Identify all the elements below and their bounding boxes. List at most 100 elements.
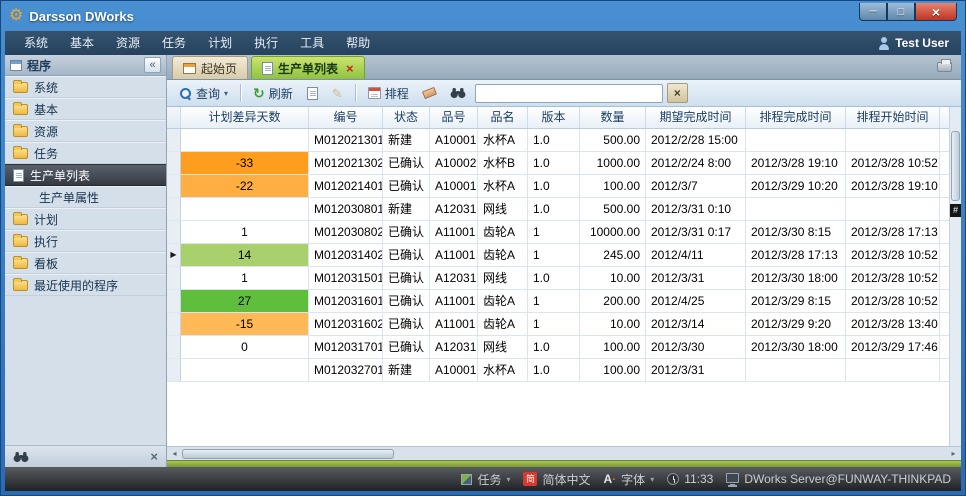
statusbar-server[interactable]: DWorks Server@FUNWAY-THINKPAD <box>726 472 951 486</box>
row-indicator <box>167 198 181 221</box>
row-indicator <box>167 152 181 175</box>
table-row[interactable]: 1M012031501已确认A12031网线1.010.002012/3/312… <box>167 267 961 290</box>
clear-filter-icon[interactable] <box>150 450 158 463</box>
cell: 2012/3/29 9:20 <box>746 313 846 336</box>
cell: 245.00 <box>580 244 646 267</box>
sidebar-item[interactable]: 系统 <box>5 76 166 98</box>
cell: 水杯B <box>478 152 528 175</box>
tab-production-order-list[interactable]: 生产单列表 <box>251 56 365 79</box>
scroll-left-arrow-icon[interactable] <box>167 447 182 460</box>
sidebar-item-label: 任务 <box>34 145 58 162</box>
sidebar-item[interactable]: 任务 <box>5 142 166 164</box>
cell: 齿轮A <box>478 221 528 244</box>
cell: 14 <box>181 244 309 267</box>
column-header[interactable]: 品号 <box>430 107 478 128</box>
table-row[interactable]: -22M012021401已确认A10001水杯A1.0100.002012/3… <box>167 175 961 198</box>
cell: 已确认 <box>383 290 430 313</box>
binoculars-icon[interactable] <box>13 451 29 463</box>
table-row[interactable]: 0M012031701已确认A12031网线1.0100.002012/3/30… <box>167 336 961 359</box>
statusbar-font[interactable]: A 字体 <box>604 471 655 488</box>
collapse-sidebar-button[interactable]: « <box>144 57 161 73</box>
cell: A10001 <box>430 129 478 152</box>
scrollbar-thumb[interactable] <box>182 449 394 459</box>
column-header[interactable]: 状态 <box>383 107 430 128</box>
find-button[interactable] <box>445 85 471 101</box>
printer-icon[interactable] <box>937 62 952 72</box>
menu-item[interactable]: 系统 <box>13 31 59 55</box>
clear-search-button[interactable] <box>667 83 688 103</box>
column-header[interactable]: 编号 <box>309 107 383 128</box>
column-header[interactable]: 数量 <box>580 107 646 128</box>
column-header[interactable]: 期望完成时间 <box>646 107 746 128</box>
sidebar-empty-area <box>5 296 166 445</box>
table-row[interactable]: -15M012031602已确认A11001齿轮A110.002012/3/14… <box>167 313 961 336</box>
table-row[interactable]: 1M012030802已确认A11001齿轮A110000.002012/3/3… <box>167 221 961 244</box>
scroll-right-arrow-icon[interactable] <box>946 447 961 460</box>
sidebar-item[interactable]: 生产单列表 <box>5 164 166 186</box>
statusbar-tasks-menu[interactable]: 任务 <box>461 471 510 488</box>
column-header[interactable]: 排程开始时间 <box>846 107 940 128</box>
sidebar-item-label: 系统 <box>34 79 58 96</box>
sidebar-item-label: 资源 <box>34 123 58 140</box>
table-row[interactable]: M012032701新建A10001水杯A1.0100.002012/3/31 <box>167 359 961 382</box>
schedule-button[interactable]: 排程 <box>363 83 414 104</box>
tab-home[interactable]: 起始页 <box>172 56 248 79</box>
sidebar-item[interactable]: 最近使用的程序 <box>5 274 166 296</box>
sidebar-item[interactable]: 资源 <box>5 120 166 142</box>
sidebar-item[interactable]: 计划 <box>5 208 166 230</box>
vertical-scrollbar[interactable]: # <box>949 107 961 446</box>
sidebar-item-label: 基本 <box>34 101 58 118</box>
menu-item[interactable]: 计划 <box>197 31 243 55</box>
menu-item[interactable]: 资源 <box>105 31 151 55</box>
cell: 2012/3/7 <box>646 175 746 198</box>
table-row[interactable]: M012030801新建A12031网线1.0500.002012/3/31 0… <box>167 198 961 221</box>
cell <box>846 359 940 382</box>
maximize-button[interactable] <box>887 3 915 21</box>
horizontal-scrollbar[interactable] <box>167 446 961 460</box>
app-window: Darsson DWorks 系统基本资源任务计划执行工具帮助 Test Use… <box>0 0 966 496</box>
close-button[interactable] <box>915 3 957 21</box>
user-icon <box>878 37 890 50</box>
close-tab-icon[interactable] <box>346 62 354 75</box>
sidebar-item[interactable]: 执行 <box>5 230 166 252</box>
column-header[interactable]: 版本 <box>528 107 580 128</box>
eraser-button[interactable] <box>418 87 441 99</box>
table-row[interactable]: 27M012031601已确认A11001齿轮A1200.002012/4/25… <box>167 290 961 313</box>
folder-icon <box>13 104 28 115</box>
user-info[interactable]: Test User <box>878 36 953 50</box>
menu-item[interactable]: 工具 <box>289 31 335 55</box>
cell: 2012/4/25 <box>646 290 746 313</box>
sidebar-item[interactable]: 生产单属性 <box>5 186 166 208</box>
title-bar[interactable]: Darsson DWorks <box>1 1 965 31</box>
cell: 10.00 <box>580 313 646 336</box>
column-header[interactable]: 排程完成时间 <box>746 107 846 128</box>
column-header[interactable]: 计划差异天数 <box>181 107 309 128</box>
cell: 100.00 <box>580 336 646 359</box>
sidebar-item[interactable]: 看板 <box>5 252 166 274</box>
folder-icon <box>13 214 28 225</box>
refresh-button[interactable]: 刷新 <box>248 83 298 104</box>
edit-button[interactable] <box>327 85 348 102</box>
query-button[interactable]: 查询 <box>174 83 233 104</box>
sidebar-item[interactable]: 基本 <box>5 98 166 120</box>
scrollbar-thumb[interactable] <box>951 131 960 201</box>
statusbar-clock[interactable]: 11:33 <box>667 472 713 486</box>
cell: A10002 <box>430 152 478 175</box>
window-controls <box>859 3 957 21</box>
menu-item[interactable]: 任务 <box>151 31 197 55</box>
minimize-button[interactable] <box>859 3 887 21</box>
refresh-icon <box>253 86 265 100</box>
column-header[interactable]: 品名 <box>478 107 528 128</box>
menu-item[interactable]: 基本 <box>59 31 105 55</box>
cell: M012031602 <box>309 313 383 336</box>
menu-item[interactable]: 执行 <box>243 31 289 55</box>
table-row[interactable]: M012021301新建A10001水杯A1.0500.002012/2/28 … <box>167 129 961 152</box>
sidebar-item-label: 最近使用的程序 <box>34 277 118 294</box>
new-button[interactable] <box>302 85 323 102</box>
table-row[interactable]: 14M012031402已确认A11001齿轮A1245.002012/4/11… <box>167 244 961 267</box>
statusbar-language[interactable]: 简 简体中文 <box>523 471 590 488</box>
table-row[interactable]: -33M012021302已确认A10002水杯B1.01000.002012/… <box>167 152 961 175</box>
search-input[interactable] <box>475 84 663 103</box>
cell: 2012/3/28 10:52 <box>846 244 940 267</box>
menu-item[interactable]: 帮助 <box>335 31 381 55</box>
